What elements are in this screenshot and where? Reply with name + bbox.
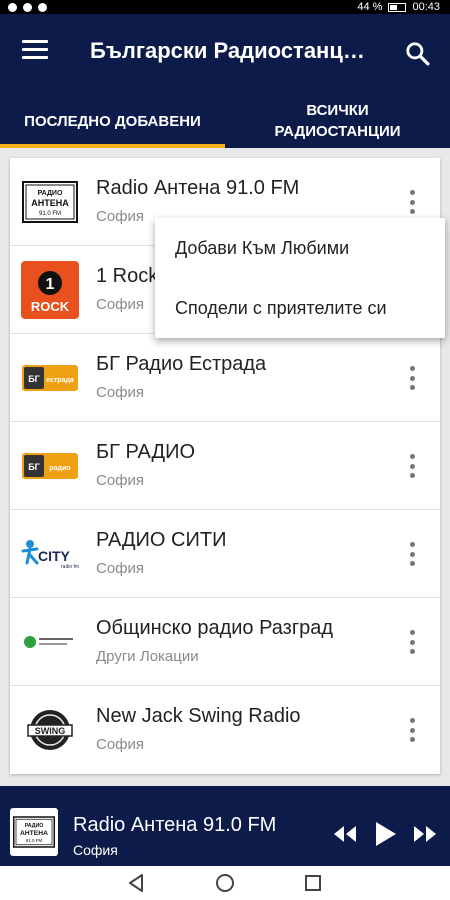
- more-options-icon[interactable]: [408, 366, 416, 390]
- station-name: БГ Радио Естрада: [96, 353, 267, 375]
- now-playing-logo: РАДИО АНТЕНА 91.0 FM: [10, 808, 58, 856]
- station-location: София: [96, 736, 145, 753]
- 1-rock-logo: 1 ROCK: [20, 260, 80, 320]
- svg-text:радио: радио: [49, 465, 70, 472]
- hamburger-menu-icon[interactable]: [22, 40, 48, 62]
- station-name: БГ РАДИО: [96, 441, 195, 463]
- svg-text:91.0 FM: 91.0 FM: [39, 211, 61, 217]
- now-playing-location: София: [73, 842, 118, 858]
- svg-text:БГ: БГ: [28, 462, 40, 472]
- station-row[interactable]: Общинско радио Разград Други Локации: [10, 598, 440, 686]
- app-title: Български Радиостанц…: [90, 38, 365, 63]
- station-row[interactable]: БГ естрада БГ Радио Естрада София: [10, 334, 440, 422]
- new-jack-swing-logo: SWING: [20, 700, 80, 760]
- tab-bar: ПОСЛЕДНО ДОБАВЕНИ ВСИЧКИ РАДИОСТАНЦИИ: [0, 94, 450, 148]
- now-playing-title: Radio Антена 91.0 FM: [73, 814, 277, 836]
- station-name: Общинско радио Разград: [96, 617, 334, 639]
- battery-text: 44 %: [357, 1, 383, 13]
- radio-antena-logo: РАДИО АНТЕНА 91.0 FM: [20, 172, 80, 232]
- more-options-icon[interactable]: [408, 190, 416, 214]
- svg-text:1: 1: [46, 276, 55, 293]
- search-icon[interactable]: [404, 40, 430, 66]
- app-bar: Български Радиостанц…: [0, 14, 450, 94]
- station-location: София: [96, 296, 145, 313]
- station-name: Radio Антена 91.0 FM: [96, 177, 300, 199]
- bg-radio-estrada-logo: БГ естрада: [20, 348, 80, 408]
- radio-city-logo: CITY radio fm: [20, 524, 80, 584]
- station-row[interactable]: SWING New Jack Swing Radio София: [10, 686, 440, 774]
- back-icon[interactable]: [126, 872, 148, 894]
- share-with-friends-menu-item[interactable]: Сподели с приятелите си: [155, 278, 445, 338]
- system-navigation-bar: [0, 866, 450, 900]
- station-location: София: [96, 560, 145, 577]
- station-row[interactable]: CITY radio fm РАДИО СИТИ София: [10, 510, 440, 598]
- tab-recently-added[interactable]: ПОСЛЕДНО ДОБАВЕНИ: [0, 94, 225, 148]
- station-options-menu: Добави Към Любими Сподели с приятелите с…: [155, 218, 445, 338]
- notification-icon: [8, 2, 17, 12]
- station-name: New Jack Swing Radio: [96, 705, 301, 727]
- rewind-icon[interactable]: [332, 824, 358, 844]
- play-icon[interactable]: [374, 820, 398, 848]
- notification-icon: [38, 2, 47, 12]
- more-options-icon[interactable]: [408, 718, 416, 742]
- svg-text:CITY: CITY: [38, 548, 71, 564]
- more-options-icon[interactable]: [408, 630, 416, 654]
- status-bar: 44 % 00:43: [0, 0, 450, 14]
- svg-text:РАДИО: РАДИО: [38, 190, 63, 197]
- clock: 00:43: [412, 1, 440, 13]
- add-to-favorites-menu-item[interactable]: Добави Към Любими: [155, 218, 445, 278]
- tab-all-stations[interactable]: ВСИЧКИ РАДИОСТАНЦИИ: [225, 94, 450, 148]
- svg-text:91.0 FM: 91.0 FM: [26, 838, 43, 843]
- station-location: Други Локации: [96, 648, 199, 665]
- station-name: 1 Rock: [96, 265, 159, 287]
- bg-radio-logo: БГ радио: [20, 436, 80, 496]
- svg-text:БГ: БГ: [28, 374, 40, 384]
- station-location: София: [96, 384, 145, 401]
- notification-icon: [23, 2, 32, 12]
- more-options-icon[interactable]: [408, 454, 416, 478]
- svg-text:АНТЕНА: АНТЕНА: [31, 198, 69, 208]
- battery-icon: [388, 2, 407, 12]
- svg-text:АНТЕНА: АНТЕНА: [20, 830, 48, 837]
- svg-text:естрада: естрада: [46, 377, 74, 384]
- notification-icons: [8, 0, 47, 14]
- more-options-icon[interactable]: [408, 542, 416, 566]
- svg-text:radio fm: radio fm: [61, 564, 79, 570]
- svg-text:ROCK: ROCK: [31, 299, 70, 314]
- home-icon[interactable]: [214, 872, 236, 894]
- station-location: София: [96, 472, 145, 489]
- obshtinsko-radio-logo: [20, 612, 80, 672]
- recents-icon[interactable]: [302, 872, 324, 894]
- station-row[interactable]: БГ радио БГ РАДИО София: [10, 422, 440, 510]
- svg-text:РАДИО: РАДИО: [25, 823, 44, 829]
- mini-player[interactable]: РАДИО АНТЕНА 91.0 FM Radio Антена 91.0 F…: [0, 786, 450, 866]
- station-location: София: [96, 208, 145, 225]
- station-name: РАДИО СИТИ: [96, 529, 227, 551]
- svg-text:SWING: SWING: [35, 726, 66, 736]
- fast-forward-icon[interactable]: [412, 824, 438, 844]
